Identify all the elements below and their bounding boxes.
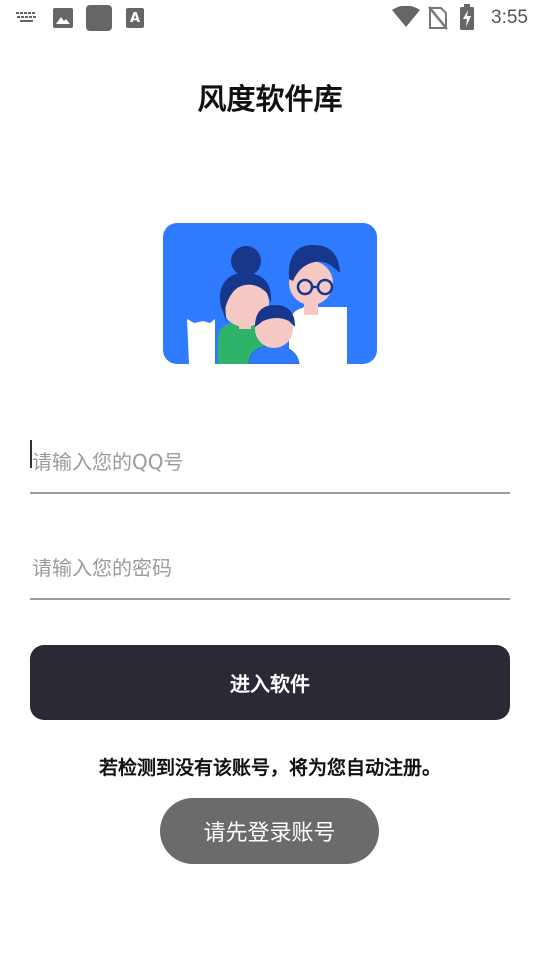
password-input-field[interactable]: [30, 538, 510, 600]
battery-charging-icon: [460, 4, 474, 30]
qq-input[interactable]: [30, 432, 510, 492]
wifi-icon: [392, 6, 420, 27]
image-icon: [53, 8, 73, 28]
app-title: 风度软件库: [197, 82, 343, 116]
family-illustration: [163, 223, 377, 364]
no-sim-icon: [428, 6, 448, 30]
login-account-label: 请先登录账号: [203, 821, 336, 846]
keyboard-icon: [16, 12, 36, 22]
qq-input-field[interactable]: [30, 432, 510, 494]
enter-software-label: 进入软件: [230, 672, 310, 696]
enter-software-button[interactable]: 进入软件: [30, 645, 510, 720]
status-bar: A 3:55: [0, 0, 540, 36]
auto-register-notice: 若检测到没有该账号，将为您自动注册。: [98, 757, 441, 779]
app-square-icon: [86, 5, 112, 31]
svg-text:A: A: [130, 11, 140, 26]
text-a-icon: A: [126, 8, 144, 28]
password-input[interactable]: [30, 538, 510, 598]
login-account-button[interactable]: 请先登录账号: [160, 798, 379, 864]
status-time: 3:55: [491, 7, 528, 28]
